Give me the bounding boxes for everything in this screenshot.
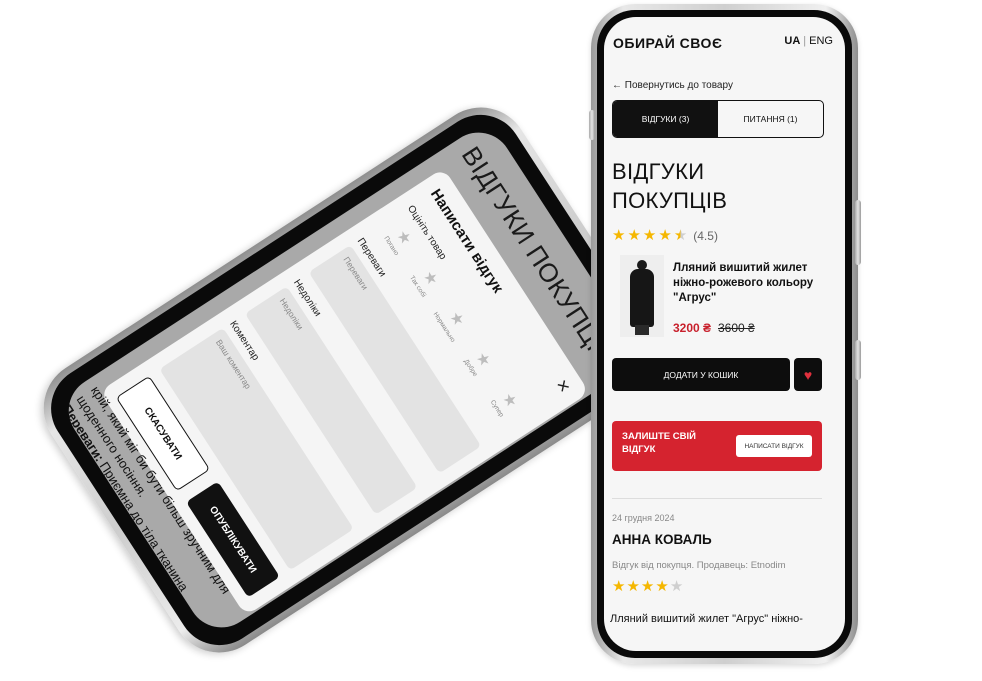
add-to-cart-button[interactable]: ДОДАТИ У КОШИК <box>612 358 790 391</box>
star-icon: ★ <box>627 227 641 244</box>
lang-eng[interactable]: ENG <box>809 35 833 47</box>
product-figure-legs <box>635 325 649 335</box>
lang-separator: | <box>803 35 807 47</box>
tab-questions[interactable]: ПИТАННЯ (1) <box>718 101 823 137</box>
star-icon: ★ <box>419 267 442 290</box>
product-price: 3200 ₴ <box>673 321 712 335</box>
cons-placeholder: Недоліки <box>277 296 306 332</box>
phone-screen-left: ВІДГУКИ ПОКУПЦІВ Написати відгук × Оціні… <box>55 119 645 641</box>
phone-bezel: ВІДГУКИ ПОКУПЦІВ Написати відгук × Оціні… <box>34 98 666 662</box>
review-date: 24 грудня 2024 <box>612 513 675 523</box>
star-icon: ★ <box>642 227 657 244</box>
product-old-price: 3600 ₴ <box>718 321 755 335</box>
back-to-product-link[interactable]: ← Повернутись до товару <box>612 80 733 91</box>
star-icon: ★ <box>498 389 521 412</box>
star-empty-icon: ★ <box>669 578 684 595</box>
phone-screen-right: ОБИРАЙ СВОЄ UA | ENG ← Повернутись до това… <box>604 17 845 651</box>
star-icon: ★ <box>655 578 669 595</box>
write-review-button[interactable]: НАПИСАТИ ВІДГУК <box>736 435 812 457</box>
brand-logo[interactable]: ОБИРАЙ СВОЄ <box>613 35 722 51</box>
star-icon: ★ <box>612 227 626 244</box>
banner-text: ЗАЛИШТЕ СВІЙ ВІДГУК <box>622 431 696 455</box>
language-switcher: UA | ENG <box>784 35 833 47</box>
wishlist-button[interactable]: ♥ <box>794 358 822 391</box>
review-meta: Відгук від покупця. Продавець: Etnodim <box>612 560 786 571</box>
rating-option-5[interactable]: ★ Супер <box>481 377 528 430</box>
phone-right: ОБИРАЙ СВОЄ UA | ENG ← Повернутись до това… <box>591 4 858 664</box>
star-icon: ★ <box>612 578 626 595</box>
tab-bar: ВІДГУКИ (3) ПИТАННЯ (1) <box>612 100 824 138</box>
rating-value: (4.5) <box>693 229 718 243</box>
close-icon[interactable]: × <box>550 375 575 397</box>
lang-ua[interactable]: UA <box>784 35 800 47</box>
phone-left: ВІДГУКИ ПОКУПЦІВ Написати відгук × Оціні… <box>25 89 675 671</box>
review-stars: ★ ★ ★ ★ ★ <box>612 578 684 595</box>
star-icon: ★ <box>445 308 468 330</box>
star-icon: ★ <box>640 578 655 595</box>
star-icon: ★ <box>626 578 640 595</box>
heart-icon: ♥ <box>803 366 813 383</box>
star-icon: ★ <box>392 227 415 249</box>
half-star-icon: ★ <box>673 227 688 244</box>
product-figure-body <box>630 269 654 327</box>
leave-review-banner: ЗАЛИШТЕ СВІЙ ВІДГУК НАПИСАТИ ВІДГУК <box>612 421 822 471</box>
star-icon: ★ <box>658 227 672 244</box>
product-name[interactable]: Лляний вишитий жилет ніжно-рожевого коль… <box>673 261 833 306</box>
average-rating: ★ ★ ★ ★ ★ (4.5) <box>612 227 718 244</box>
review-author: АННА КОВАЛЬ <box>612 532 712 547</box>
tab-reviews[interactable]: ВІДГУКИ (3) <box>613 101 718 137</box>
divider <box>612 498 822 499</box>
phone-side-button <box>589 110 595 140</box>
phone-side-button <box>855 200 861 265</box>
product-image[interactable] <box>620 255 664 337</box>
phone-side-button <box>855 340 861 380</box>
review-text: Лляний вишитий жилет "Агрус" ніжно- <box>610 613 803 625</box>
page-title: ВІДГУКИ ПОКУПЦІВ <box>612 159 728 213</box>
star-icon: ★ <box>471 349 494 371</box>
